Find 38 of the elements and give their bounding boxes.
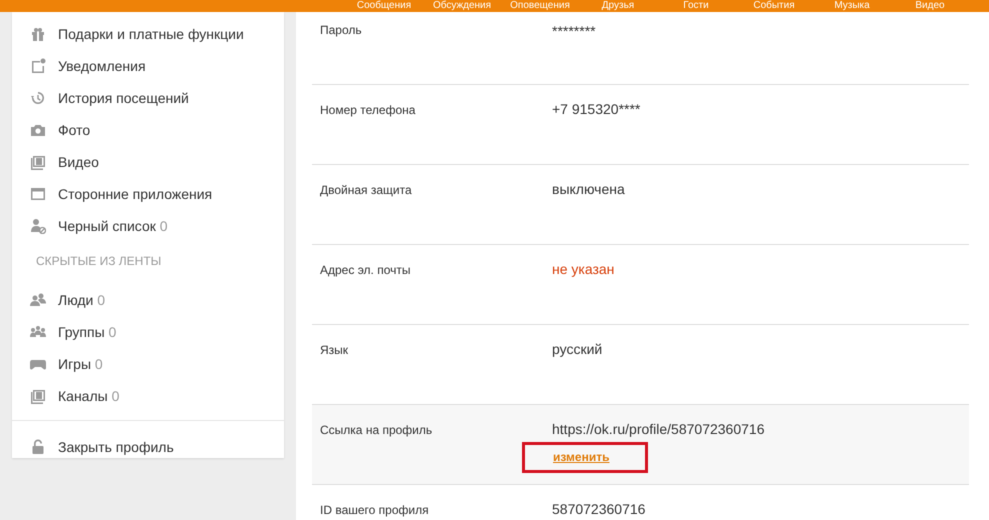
sidebar-item[interactable]: Группы 0	[12, 316, 284, 348]
film-icon	[30, 388, 46, 404]
setting-label: Номер телефона	[320, 102, 416, 119]
user-blocked-icon	[30, 218, 46, 234]
people-icon	[30, 292, 46, 308]
sidebar-item[interactable]: Сторонние приложения	[12, 178, 284, 210]
gift-icon	[30, 26, 46, 42]
setting-value: русский	[552, 340, 602, 359]
setting-label: ID вашего профиля	[320, 502, 430, 519]
sidebar-item[interactable]: Люди 0	[12, 284, 284, 316]
notification-icon	[30, 58, 46, 74]
setting-value: не указан	[552, 260, 614, 279]
sidebar-item[interactable]: Каналы 0	[12, 380, 284, 412]
camera-icon	[30, 122, 46, 138]
window-icon	[30, 186, 46, 202]
section-heading: СКРЫТЫЕ ИЗ ЛЕНТЫ	[35, 253, 162, 270]
setting-label: Ссылка на профиль	[320, 422, 434, 439]
sidebar-item[interactable]: Видео	[12, 146, 284, 178]
setting-value: https://ok.ru/profile/587072360716	[552, 420, 764, 439]
sidebar-item[interactable]: История посещений	[12, 82, 284, 114]
setting-label: Пароль	[320, 22, 363, 39]
group-icon	[30, 324, 46, 340]
setting-label: Двойная защита	[320, 182, 413, 199]
film-icon	[30, 154, 46, 170]
padlock-icon	[30, 439, 46, 455]
sidebar-item[interactable]: Закрыть профиль	[12, 431, 284, 463]
sidebar-item[interactable]: Черный список 0	[12, 210, 284, 242]
sidebar-item[interactable]: Подарки и платные функции	[12, 18, 284, 50]
setting-label: Язык	[320, 342, 350, 359]
history-icon	[30, 90, 46, 106]
setting-value: выключена	[552, 180, 625, 199]
setting-value: +7 915320****	[552, 100, 640, 119]
setting-label: Адрес эл. почты	[320, 262, 412, 279]
sidebar-item[interactable]: Уведомления	[12, 50, 284, 82]
sidebar-item[interactable]: Игры 0	[12, 348, 284, 380]
setting-value: ********	[552, 22, 596, 41]
setting-value: 587072360716	[552, 500, 646, 519]
sidebar-item[interactable]: Фото	[12, 114, 284, 146]
